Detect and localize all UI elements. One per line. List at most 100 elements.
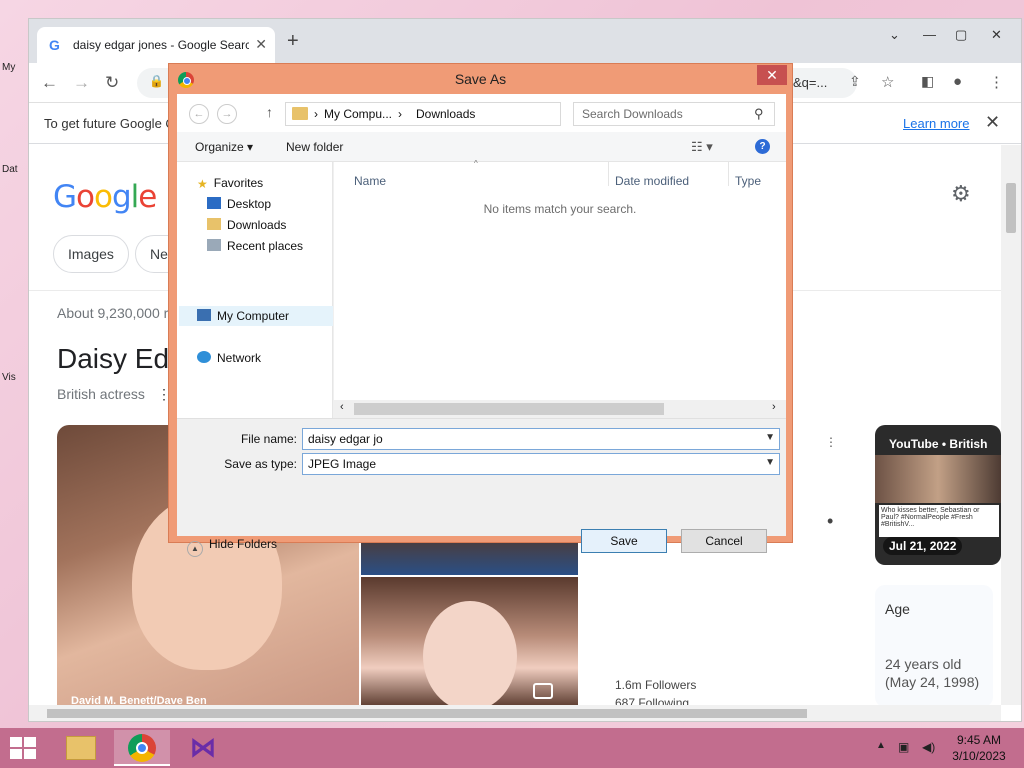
nav-recent-places[interactable]: Recent places: [207, 239, 303, 253]
organize-label: Organize: [195, 140, 244, 154]
up-arrow-icon[interactable]: ↑: [266, 104, 273, 120]
lock-icon[interactable]: 🔒: [149, 74, 164, 88]
file-name-input[interactable]: daisy edgar jo ▼: [302, 428, 780, 450]
taskbar-file-explorer[interactable]: [54, 730, 110, 766]
column-header-type[interactable]: Type: [735, 174, 761, 188]
more-options-icon[interactable]: ⋮: [825, 435, 837, 449]
profile-icon[interactable]: ●: [953, 73, 962, 90]
nav-label: My Computer: [217, 309, 290, 323]
clock-date: 3/10/2023: [952, 749, 1006, 763]
dialog-close-button[interactable]: ✕: [757, 65, 787, 85]
chrome-icon-center: [136, 742, 148, 754]
tab-search-icon[interactable]: ⌄: [889, 27, 900, 43]
scroll-thumb[interactable]: [1006, 183, 1016, 233]
system-clock[interactable]: 9:45 AM 3/10/2023: [944, 732, 1014, 764]
nav-my-computer[interactable]: My Computer: [197, 309, 289, 323]
google-logo[interactable]: Google: [53, 179, 157, 215]
hide-folders-label: Hide Folders: [209, 537, 278, 551]
column-divider[interactable]: [728, 162, 729, 186]
back-icon[interactable]: ←: [189, 104, 209, 124]
side-panel-icon[interactable]: ◧: [921, 73, 934, 90]
chevron-down-icon[interactable]: ▼: [765, 432, 775, 443]
save-type-select[interactable]: JPEG Image ▼: [302, 453, 780, 475]
network-tray-icon[interactable]: ▣: [898, 740, 909, 754]
view-options-icon[interactable]: ☷ ▾: [691, 139, 713, 155]
nav-network[interactable]: Network: [197, 351, 261, 365]
nav-desktop[interactable]: Desktop: [207, 197, 271, 211]
dialog-body: ← → ↑ › My Compu... › Downloads ▼ ↻ Sear…: [177, 94, 786, 557]
breadcrumb-separator: ›: [398, 107, 402, 121]
nav-downloads[interactable]: Downloads: [207, 218, 286, 232]
menu-kebab-icon[interactable]: ⋮: [989, 73, 1004, 91]
nav-favorites[interactable]: ★ Favorites: [197, 176, 263, 191]
window-close-button[interactable]: ✕: [991, 27, 1002, 43]
new-folder-button[interactable]: New folder: [286, 140, 343, 154]
desktop-icon-label[interactable]: Dat: [2, 164, 24, 175]
taskbar: ⋈ ▲ ▣ ◀) 9:45 AM 3/10/2023: [0, 728, 1024, 768]
help-icon[interactable]: ?: [755, 139, 770, 154]
save-button[interactable]: Save: [581, 529, 667, 553]
column-header-date-modified[interactable]: Date modified: [615, 174, 689, 188]
bullet-dot: •: [827, 511, 834, 531]
address-row: ← → ↑ › My Compu... › Downloads ▼ ↻ Sear…: [177, 94, 786, 132]
dialog-titlebar[interactable]: Save As ✕: [169, 64, 792, 94]
downloads-folder-icon: [207, 218, 221, 230]
cancel-button[interactable]: Cancel: [681, 529, 767, 553]
maximize-button[interactable]: ▢: [955, 27, 967, 43]
column-header-name[interactable]: Name: [354, 174, 386, 188]
face-shape: [423, 601, 517, 707]
tab-close-button[interactable]: ✕: [255, 36, 267, 53]
youtube-video-card[interactable]: YouTube • British Who kisses better, Seb…: [875, 425, 1001, 565]
browser-tab[interactable]: G daisy edgar jones - Google Search ✕: [37, 27, 275, 63]
column-divider[interactable]: [608, 162, 609, 186]
horizontal-scrollbar[interactable]: [29, 705, 1001, 721]
taskbar-visual-studio[interactable]: ⋈: [176, 730, 232, 766]
age-card[interactable]: Age 24 years old (May 24, 1998): [875, 585, 993, 707]
desktop-icon-label[interactable]: My: [2, 62, 24, 73]
settings-gear-icon[interactable]: ⚙: [951, 181, 971, 207]
reload-icon[interactable]: ↻: [105, 73, 119, 93]
scroll-left-icon[interactable]: ‹: [340, 401, 344, 413]
organize-menu[interactable]: Organize ▾: [195, 140, 253, 154]
share-icon[interactable]: ⇪: [849, 73, 861, 90]
show-hidden-icons[interactable]: ▲: [876, 740, 886, 751]
youtube-label: YouTube • British: [889, 437, 988, 451]
visual-studio-icon: ⋈: [190, 732, 216, 762]
scroll-thumb[interactable]: [47, 709, 807, 718]
bookmark-star-icon[interactable]: ☆: [881, 73, 894, 91]
command-bar: Organize ▾ New folder ☷ ▾ ?: [177, 132, 786, 162]
chevron-down-icon[interactable]: ▼: [765, 457, 775, 468]
file-explorer-icon: [66, 736, 96, 760]
file-name-value: daisy edgar jo: [308, 432, 383, 446]
desktop-icon-label[interactable]: Vis: [2, 372, 24, 383]
breadcrumb-item[interactable]: Downloads: [416, 107, 475, 121]
search-input[interactable]: Search Downloads ⚲: [573, 102, 775, 126]
minimize-button[interactable]: —: [923, 27, 936, 42]
recent-places-icon: [207, 239, 221, 251]
start-button[interactable]: [10, 737, 38, 759]
taskbar-chrome[interactable]: [114, 730, 170, 766]
nav-label: Recent places: [227, 239, 304, 253]
chip-images[interactable]: Images: [53, 235, 129, 273]
empty-message: No items match your search.: [483, 202, 637, 216]
breadcrumb-item[interactable]: My Compu...: [324, 107, 392, 121]
image-gallery-icon[interactable]: [533, 683, 553, 699]
volume-icon[interactable]: ◀): [922, 740, 935, 754]
forward-icon[interactable]: →: [217, 104, 237, 124]
file-list-scrollbar[interactable]: ‹ ›: [334, 400, 786, 418]
video-date: Jul 21, 2022: [883, 537, 963, 555]
infobar-close-icon[interactable]: ✕: [985, 112, 1000, 133]
new-tab-button[interactable]: +: [287, 31, 299, 51]
folder-path-bar[interactable]: › My Compu... › Downloads ▼ ↻: [285, 102, 663, 126]
back-icon[interactable]: ←: [41, 73, 58, 93]
scroll-thumb[interactable]: [354, 403, 664, 415]
hide-folders-button[interactable]: ▲ Hide Folders: [187, 537, 277, 557]
video-caption: Who kisses better, Sebastian or Paul? #N…: [879, 505, 999, 537]
vertical-scrollbar[interactable]: [1001, 145, 1021, 705]
forward-icon[interactable]: →: [73, 73, 90, 93]
nav-label: Network: [217, 351, 262, 365]
learn-more-link[interactable]: Learn more: [903, 116, 969, 131]
scroll-right-icon[interactable]: ›: [772, 401, 776, 413]
clock-time: 9:45 AM: [956, 733, 1002, 747]
search-icon[interactable]: ⚲: [754, 106, 764, 122]
